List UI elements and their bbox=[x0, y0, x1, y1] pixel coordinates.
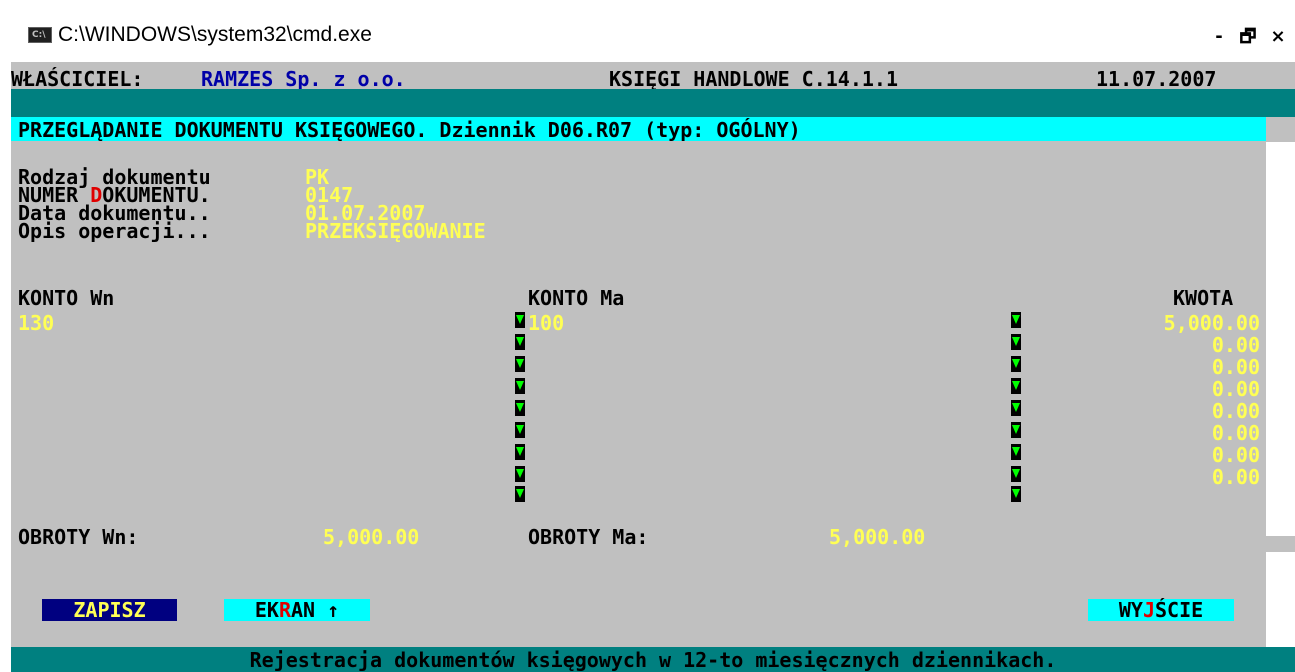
right-edge-strip bbox=[1266, 142, 1295, 536]
screen-up-button[interactable]: EKRAN ↑ bbox=[224, 599, 370, 621]
cmd-app-icon[interactable]: C:\ bbox=[28, 27, 52, 43]
row6-amount-dropdown-icon[interactable] bbox=[1011, 422, 1021, 438]
row7-amount[interactable]: 0.00 bbox=[1031, 444, 1260, 466]
totals-ma-label: OBROTY Ma: bbox=[528, 525, 649, 549]
window-title: C:\WINDOWS\system32\cmd.exe bbox=[58, 23, 372, 46]
row1-ma-dropdown-icon[interactable] bbox=[515, 312, 525, 328]
row2-amount-dropdown-icon[interactable] bbox=[1011, 334, 1021, 350]
console-area: WŁAŚCICIEL: RAMZES Sp. z o.o. KSIĘGI HAN… bbox=[11, 62, 1295, 672]
maximize-button[interactable]: 🗗 bbox=[1236, 25, 1260, 49]
col-kwota-header: KWOTA bbox=[1173, 286, 1234, 310]
totals-wn-label: OBROTY Wn: bbox=[18, 525, 139, 549]
row5-amount[interactable]: 0.00 bbox=[1031, 400, 1260, 422]
row5-amount-dropdown-icon[interactable] bbox=[1011, 400, 1021, 416]
minimize-button[interactable]: - bbox=[1207, 25, 1231, 49]
row4-ma-dropdown-icon[interactable] bbox=[515, 378, 525, 394]
close-button[interactable]: × bbox=[1266, 25, 1290, 49]
row3-ma-dropdown-icon[interactable] bbox=[515, 356, 525, 372]
row8-ma-dropdown-icon[interactable] bbox=[515, 466, 525, 482]
totals-ma-value: 5,000.00 bbox=[829, 525, 926, 549]
row5-ma-dropdown-icon[interactable] bbox=[515, 400, 525, 416]
exit-button[interactable]: WYJŚCIE bbox=[1088, 599, 1234, 621]
program-name: KSIĘGI HANDLOWE C.14.1.1 bbox=[609, 67, 898, 91]
save-button[interactable]: ZAPISZ bbox=[42, 599, 177, 621]
amount-column: 5,000.00 0.00 0.00 0.00 0.00 0.00 0.00 0… bbox=[1031, 312, 1260, 488]
row1-konto-wn[interactable]: 130 bbox=[18, 312, 54, 334]
col-konto-ma-header: KONTO Ma bbox=[528, 286, 625, 310]
doc-desc-label: Opis operacji... bbox=[18, 219, 211, 243]
minimize-icon: - bbox=[1215, 26, 1223, 47]
row4-amount[interactable]: 0.00 bbox=[1031, 378, 1260, 400]
row6-ma-dropdown-icon[interactable] bbox=[515, 422, 525, 438]
window-titlebar[interactable]: C:\ C:\WINDOWS\system32\cmd.exe - 🗗 × bbox=[0, 0, 1295, 62]
row6-amount[interactable]: 0.00 bbox=[1031, 422, 1260, 444]
row2-ma-dropdown-icon[interactable] bbox=[515, 334, 525, 350]
row1-amount[interactable]: 5,000.00 bbox=[1031, 312, 1260, 334]
owner-name: RAMZES Sp. z o.o. bbox=[201, 67, 406, 91]
section-title: PRZEGLĄDANIE DOKUMENTU KSIĘGOWEGO. Dzien… bbox=[18, 118, 801, 142]
close-icon: × bbox=[1270, 26, 1286, 47]
owner-label: WŁAŚCICIEL: bbox=[11, 67, 144, 91]
row4-amount-dropdown-icon[interactable] bbox=[1011, 378, 1021, 394]
maximize-icon: 🗗 bbox=[1239, 26, 1257, 47]
row9-amount-dropdown-icon[interactable] bbox=[1011, 486, 1021, 502]
col-konto-wn-header: KONTO Wn bbox=[18, 286, 115, 310]
row9-ma-dropdown-icon[interactable] bbox=[515, 486, 525, 502]
row3-amount-dropdown-icon[interactable] bbox=[1011, 356, 1021, 372]
row1-konto-ma[interactable]: 100 bbox=[528, 312, 564, 334]
row8-amount[interactable]: 0.00 bbox=[1031, 466, 1260, 488]
row8-amount-dropdown-icon[interactable] bbox=[1011, 466, 1021, 482]
row1-amount-dropdown-icon[interactable] bbox=[1011, 312, 1021, 328]
row7-amount-dropdown-icon[interactable] bbox=[1011, 444, 1021, 460]
totals-wn-value: 5,000.00 bbox=[323, 525, 420, 549]
header-date: 11.07.2007 bbox=[1096, 67, 1217, 91]
row2-amount[interactable]: 0.00 bbox=[1031, 334, 1260, 356]
status-text: Rejestracja dokumentów księgowych w 12-t… bbox=[249, 648, 1057, 672]
doc-desc-value[interactable]: PRZEKSIĘGOWANIE bbox=[305, 220, 486, 242]
screen-hotkey: R bbox=[278, 598, 291, 622]
header-separator bbox=[11, 89, 1295, 117]
exit-hotkey: J bbox=[1142, 598, 1155, 622]
row7-ma-dropdown-icon[interactable] bbox=[515, 444, 525, 460]
row3-amount[interactable]: 0.00 bbox=[1031, 356, 1260, 378]
